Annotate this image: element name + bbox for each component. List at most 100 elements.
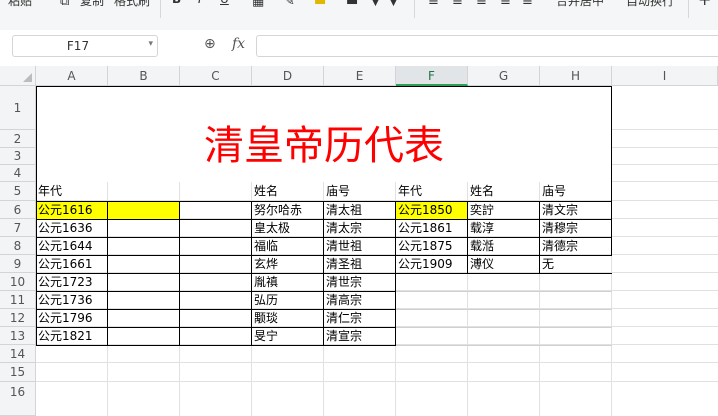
cell-a6[interactable]: 公元1616 [36, 202, 93, 219]
row-header-11[interactable]: 11 [0, 291, 36, 309]
font-color-icon[interactable]: ▬ [346, 0, 358, 9]
cell-e12[interactable]: 清仁宗 [324, 310, 362, 327]
cell-g9[interactable]: 溥仪 [468, 256, 494, 273]
ribbon-toolbar: 粘贴 ⧉ 复制 格式刷 B I U ▦ ✎ ▬ ▬ ▼ ▼ ≡ ≡ ≡ ≡ ≡ … [0, 0, 718, 31]
row-header-1[interactable]: 1 [0, 86, 36, 130]
column-header-i[interactable]: I [612, 66, 718, 86]
column-header-h[interactable]: H [540, 66, 612, 86]
justify-icon[interactable]: ≡ [500, 0, 511, 9]
cell-e11[interactable]: 清高宗 [324, 292, 362, 309]
align-right-icon[interactable]: ≡ [476, 0, 487, 9]
paste-button[interactable]: 粘贴 [8, 0, 32, 9]
table-border [539, 201, 540, 274]
chevron-down-icon[interactable]: ▾ [148, 39, 153, 49]
merge-center-button[interactable]: 合并居中 [556, 0, 604, 9]
cell-d8[interactable]: 福临 [252, 238, 278, 255]
cell-f6[interactable]: 公元1850 [396, 202, 453, 219]
column-header-e[interactable]: E [324, 66, 396, 86]
cell-e13[interactable]: 清宣宗 [324, 328, 362, 345]
select-all-corner[interactable] [0, 66, 36, 86]
cell-e6[interactable]: 清太祖 [324, 202, 362, 219]
row-header-5[interactable]: 5 [0, 182, 36, 201]
header-temple-e[interactable]: 庙号 [324, 183, 350, 200]
table-border [251, 201, 252, 346]
cell-a9[interactable]: 公元1661 [36, 256, 93, 273]
cell-a12[interactable]: 公元1796 [36, 310, 93, 327]
bold-button[interactable]: B [172, 0, 181, 6]
row-header-4[interactable]: 4 [0, 165, 36, 182]
fill-color-icon[interactable]: ▬ [314, 0, 326, 9]
row-header-16[interactable]: 16 [0, 382, 36, 416]
cell-g6[interactable]: 奕詝 [468, 202, 494, 219]
cell-d10[interactable]: 胤禛 [252, 274, 278, 291]
cell-d12[interactable]: 颙琰 [252, 310, 278, 327]
align-center-icon[interactable]: ≡ [452, 0, 463, 9]
cell-a11[interactable]: 公元1736 [36, 292, 93, 309]
cell-f7[interactable]: 公元1861 [396, 220, 453, 237]
cell-a7[interactable]: 公元1636 [36, 220, 93, 237]
italic-button[interactable]: I [198, 0, 202, 6]
cell-e8[interactable]: 清世祖 [324, 238, 362, 255]
cell-e7[interactable]: 清太宗 [324, 220, 362, 237]
cell-g8[interactable]: 载湉 [468, 238, 494, 255]
copy-button[interactable]: 复制 [80, 0, 104, 9]
eraser-icon[interactable]: ✎ [284, 0, 295, 9]
column-header-b[interactable]: B [108, 66, 180, 86]
row-header-13[interactable]: 13 [0, 327, 36, 345]
name-box[interactable]: F17 ▾ [12, 35, 158, 57]
cell-d13[interactable]: 旻宁 [252, 328, 278, 345]
table-border [36, 345, 396, 346]
formula-input[interactable] [256, 35, 718, 57]
cell-h8[interactable]: 清德宗 [540, 238, 578, 255]
header-name-g[interactable]: 姓名 [468, 183, 494, 200]
row-header-14[interactable]: 14 [0, 345, 36, 363]
add-button[interactable]: + [698, 0, 711, 9]
row-header-9[interactable]: 9 [0, 255, 36, 273]
row-header-10[interactable]: 10 [0, 273, 36, 291]
cell-d7[interactable]: 皇太极 [252, 220, 290, 237]
zoom-search-icon[interactable]: ⊕ [204, 36, 216, 52]
format-painter-button[interactable]: 格式刷 [114, 0, 150, 9]
align-left-icon[interactable]: ≡ [428, 0, 439, 9]
row-header-8[interactable]: 8 [0, 237, 36, 255]
column-header-d[interactable]: D [252, 66, 324, 86]
copy-icon[interactable]: ⧉ [60, 0, 69, 9]
cell-h6[interactable]: 清文宗 [540, 202, 578, 219]
cell-d9[interactable]: 玄烨 [252, 256, 278, 273]
cell-d11[interactable]: 弘历 [252, 292, 278, 309]
cell-a10[interactable]: 公元1723 [36, 274, 93, 291]
header-year-a[interactable]: 年代 [36, 183, 62, 200]
header-year-f[interactable]: 年代 [396, 183, 422, 200]
row-header-7[interactable]: 7 [0, 219, 36, 237]
header-name-d[interactable]: 姓名 [252, 183, 278, 200]
column-header-f[interactable]: F [396, 66, 468, 86]
column-header-g[interactable]: G [468, 66, 540, 86]
chevron-down-icon[interactable]: ▼ [390, 0, 397, 8]
fx-icon[interactable]: fx [232, 36, 245, 52]
cell-a8[interactable]: 公元1644 [36, 238, 93, 255]
chevron-down-icon[interactable]: ▼ [372, 0, 379, 8]
cell-f8[interactable]: 公元1875 [396, 238, 453, 255]
spreadsheet-grid: A B C D E F G H I 1 2 3 4 5 6 7 8 9 10 1… [0, 66, 718, 416]
cell-g7[interactable]: 载淳 [468, 220, 494, 237]
cell-d6[interactable]: 努尔哈赤 [252, 202, 302, 219]
cell-e9[interactable]: 清圣祖 [324, 256, 362, 273]
cell-a13[interactable]: 公元1821 [36, 328, 93, 345]
distribute-icon[interactable]: ≡ [522, 0, 533, 9]
row-header-6[interactable]: 6 [0, 201, 36, 219]
cell-h7[interactable]: 清穆宗 [540, 220, 578, 237]
row-header-15[interactable]: 15 [0, 363, 36, 382]
row-header-12[interactable]: 12 [0, 309, 36, 327]
row-header-3[interactable]: 3 [0, 148, 36, 165]
border-icon[interactable]: ▦ [252, 0, 264, 9]
row-header-2[interactable]: 2 [0, 130, 36, 148]
underline-button[interactable]: U [220, 0, 229, 6]
header-temple-h[interactable]: 庙号 [540, 183, 566, 200]
cell-e10[interactable]: 清世宗 [324, 274, 362, 291]
wrap-text-button[interactable]: 自动换行 [626, 0, 674, 9]
cell-h9[interactable]: 无 [540, 256, 554, 273]
cell-f9[interactable]: 公元1909 [396, 256, 453, 273]
column-header-a[interactable]: A [36, 66, 108, 86]
column-header-c[interactable]: C [180, 66, 252, 86]
ribbon-divider [688, 0, 689, 18]
